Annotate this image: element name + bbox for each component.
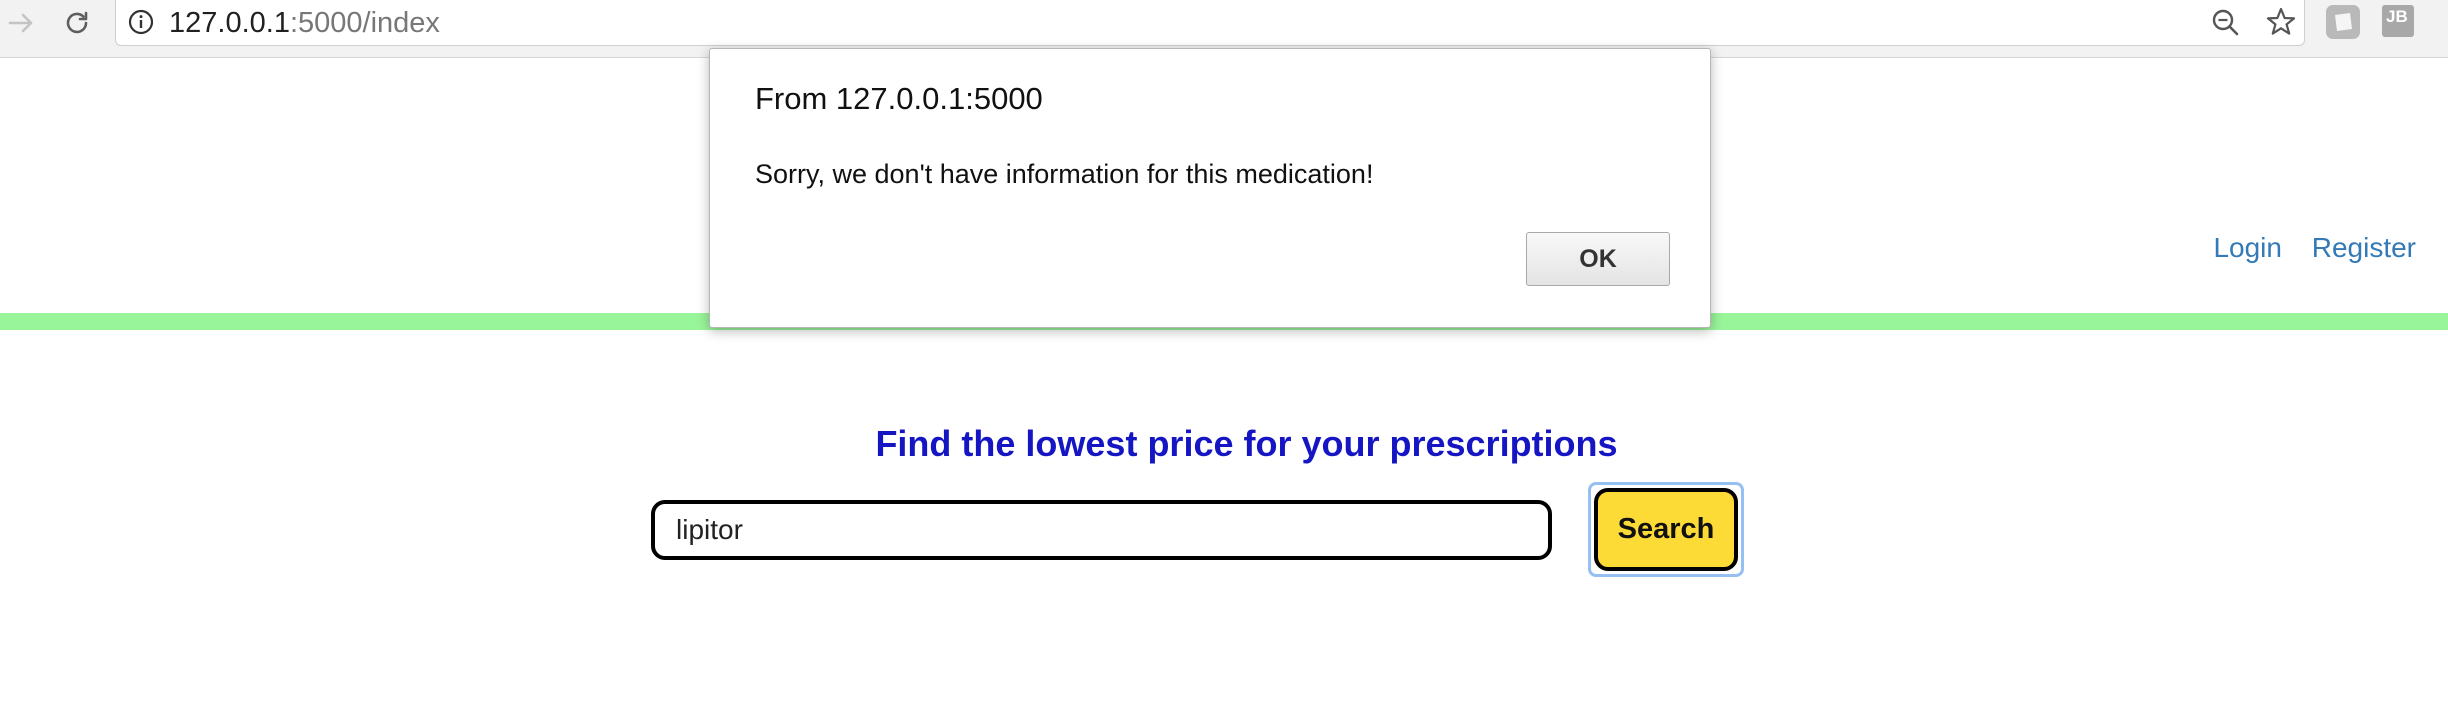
url-text[interactable]: 127.0.0.1:5000/index xyxy=(169,6,440,40)
info-icon[interactable] xyxy=(128,9,154,35)
login-link[interactable]: Login xyxy=(2213,232,2282,263)
star-icon[interactable] xyxy=(2264,5,2298,39)
reload-icon[interactable] xyxy=(60,6,94,40)
search-input[interactable] xyxy=(651,500,1552,560)
address-bar[interactable]: 127.0.0.1:5000/index xyxy=(115,0,2305,46)
search-button[interactable]: Search xyxy=(1594,488,1738,571)
alert-dialog: From 127.0.0.1:5000 Sorry, we don't have… xyxy=(709,48,1711,328)
page-headline: Find the lowest price for your prescript… xyxy=(875,423,1618,464)
ok-button[interactable]: OK xyxy=(1526,232,1670,286)
extension-label: JB xyxy=(2386,7,2408,26)
dialog-title: From 127.0.0.1:5000 xyxy=(755,81,1043,116)
dialog-message: Sorry, we don't have information for thi… xyxy=(755,159,1374,189)
url-path: :5000/index xyxy=(289,7,440,39)
register-link[interactable]: Register xyxy=(2312,232,2416,263)
url-host: 127.0.0.1 xyxy=(169,7,290,39)
zoom-out-icon[interactable] xyxy=(2209,6,2243,40)
forward-arrow-icon[interactable] xyxy=(4,6,38,40)
jetbrains-extension-icon[interactable]: JB xyxy=(2382,5,2414,37)
header-nav: Login Register xyxy=(2191,232,2416,264)
extension-icon[interactable] xyxy=(2326,5,2360,39)
